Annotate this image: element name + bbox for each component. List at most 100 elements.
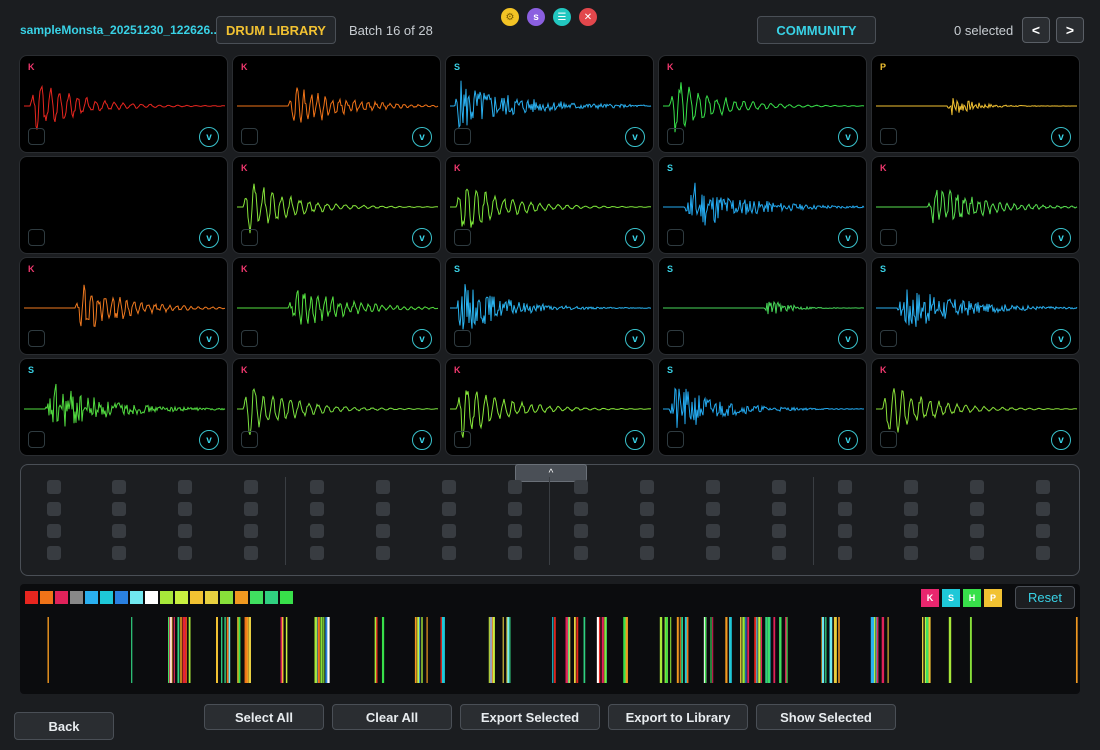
color-swatch[interactable] <box>70 591 83 604</box>
color-swatch[interactable] <box>85 591 98 604</box>
sequencer-step[interactable] <box>178 546 192 560</box>
sequencer-step[interactable] <box>640 502 654 516</box>
preview-icon[interactable]: v <box>625 127 645 147</box>
sequencer-step[interactable] <box>1036 480 1050 494</box>
sample-cell[interactable]: Kv <box>232 257 441 355</box>
sequencer-step[interactable] <box>838 480 852 494</box>
preview-icon[interactable]: v <box>838 430 858 450</box>
prev-batch-button[interactable]: < <box>1022 17 1050 43</box>
preview-icon[interactable]: v <box>199 228 219 248</box>
select-all-button[interactable]: Select All <box>204 704 324 730</box>
color-swatch[interactable] <box>250 591 263 604</box>
sequencer-step[interactable] <box>47 480 61 494</box>
sequencer-step[interactable] <box>47 502 61 516</box>
sequencer-step[interactable] <box>376 480 390 494</box>
export-to-library-button[interactable]: Export to Library <box>608 704 748 730</box>
sequencer-step[interactable] <box>970 524 984 538</box>
sequencer-step[interactable] <box>310 480 324 494</box>
sequencer-step[interactable] <box>178 480 192 494</box>
sequencer-step[interactable] <box>1036 502 1050 516</box>
sequencer-step[interactable] <box>904 546 918 560</box>
preview-icon[interactable]: v <box>412 329 432 349</box>
sample-cell[interactable]: Kv <box>232 55 441 153</box>
sequencer-step[interactable] <box>178 502 192 516</box>
sample-cell[interactable]: Sv <box>658 257 867 355</box>
sample-cell[interactable]: Kv <box>19 257 228 355</box>
preview-icon[interactable]: v <box>412 228 432 248</box>
sample-select-checkbox[interactable] <box>241 229 258 246</box>
sample-select-checkbox[interactable] <box>454 330 471 347</box>
color-swatch[interactable] <box>40 591 53 604</box>
preview-icon[interactable]: v <box>199 430 219 450</box>
sequencer-step[interactable] <box>442 524 456 538</box>
sequencer-step[interactable] <box>244 480 258 494</box>
color-swatch[interactable] <box>115 591 128 604</box>
sample-cell[interactable]: Kv <box>871 358 1080 456</box>
export-selected-button[interactable]: Export Selected <box>460 704 600 730</box>
sequencer-step[interactable] <box>310 524 324 538</box>
color-swatch[interactable] <box>235 591 248 604</box>
preview-icon[interactable]: v <box>1051 430 1071 450</box>
sample-cell[interactable]: Sv <box>658 156 867 254</box>
sample-select-checkbox[interactable] <box>241 330 258 347</box>
sample-cell[interactable]: Sv <box>871 257 1080 355</box>
sequencer-step[interactable] <box>178 524 192 538</box>
menu-icon[interactable]: ☰ <box>553 8 571 26</box>
sequencer-step[interactable] <box>772 480 786 494</box>
sequencer-step[interactable] <box>640 524 654 538</box>
sample-select-checkbox[interactable] <box>454 229 471 246</box>
sequencer-step[interactable] <box>47 524 61 538</box>
sample-select-checkbox[interactable] <box>454 431 471 448</box>
preview-icon[interactable]: v <box>1051 329 1071 349</box>
show-selected-button[interactable]: Show Selected <box>756 704 896 730</box>
preview-icon[interactable]: v <box>625 228 645 248</box>
sequencer-step[interactable] <box>904 480 918 494</box>
sample-select-checkbox[interactable] <box>28 229 45 246</box>
preview-icon[interactable]: v <box>838 329 858 349</box>
sequencer-step[interactable] <box>574 546 588 560</box>
sequencer-step[interactable] <box>508 480 522 494</box>
sample-select-checkbox[interactable] <box>241 128 258 145</box>
sequencer-step[interactable] <box>640 546 654 560</box>
filter-k-button[interactable]: K <box>921 589 939 607</box>
next-batch-button[interactable]: > <box>1056 17 1084 43</box>
preview-icon[interactable]: v <box>625 329 645 349</box>
color-swatch[interactable] <box>55 591 68 604</box>
sequencer-step[interactable] <box>244 502 258 516</box>
sequencer-step[interactable] <box>706 502 720 516</box>
color-swatch[interactable] <box>190 591 203 604</box>
sample-select-checkbox[interactable] <box>28 128 45 145</box>
preview-icon[interactable]: v <box>1051 127 1071 147</box>
color-swatch[interactable] <box>205 591 218 604</box>
color-swatch[interactable] <box>25 591 38 604</box>
timeline-markers[interactable] <box>20 615 1080 685</box>
sample-cell[interactable]: Kv <box>232 358 441 456</box>
sequencer-step[interactable] <box>574 502 588 516</box>
sequencer-step[interactable] <box>640 480 654 494</box>
sequencer-step[interactable] <box>574 524 588 538</box>
sequencer-step[interactable] <box>310 546 324 560</box>
sequencer-step[interactable] <box>970 502 984 516</box>
sequencer-step[interactable] <box>442 546 456 560</box>
community-button[interactable]: COMMUNITY <box>757 16 876 44</box>
sequencer-step[interactable] <box>772 524 786 538</box>
sequencer-step[interactable] <box>706 546 720 560</box>
sequencer-step[interactable] <box>970 480 984 494</box>
sequencer-step[interactable] <box>706 524 720 538</box>
color-swatch[interactable] <box>130 591 143 604</box>
sample-select-checkbox[interactable] <box>241 431 258 448</box>
sample-cell[interactable]: Kv <box>871 156 1080 254</box>
clear-all-button[interactable]: Clear All <box>332 704 452 730</box>
color-swatch[interactable] <box>265 591 278 604</box>
sample-select-checkbox[interactable] <box>454 128 471 145</box>
sample-select-checkbox[interactable] <box>667 128 684 145</box>
drum-library-button[interactable]: DRUM LIBRARY <box>216 16 336 44</box>
preview-icon[interactable]: v <box>412 430 432 450</box>
sample-cell[interactable]: Sv <box>658 358 867 456</box>
color-swatch[interactable] <box>175 591 188 604</box>
sequencer-step[interactable] <box>904 502 918 516</box>
sequencer-step[interactable] <box>376 524 390 538</box>
sequencer-step[interactable] <box>838 524 852 538</box>
back-button[interactable]: Back <box>14 712 114 740</box>
sample-select-checkbox[interactable] <box>880 229 897 246</box>
